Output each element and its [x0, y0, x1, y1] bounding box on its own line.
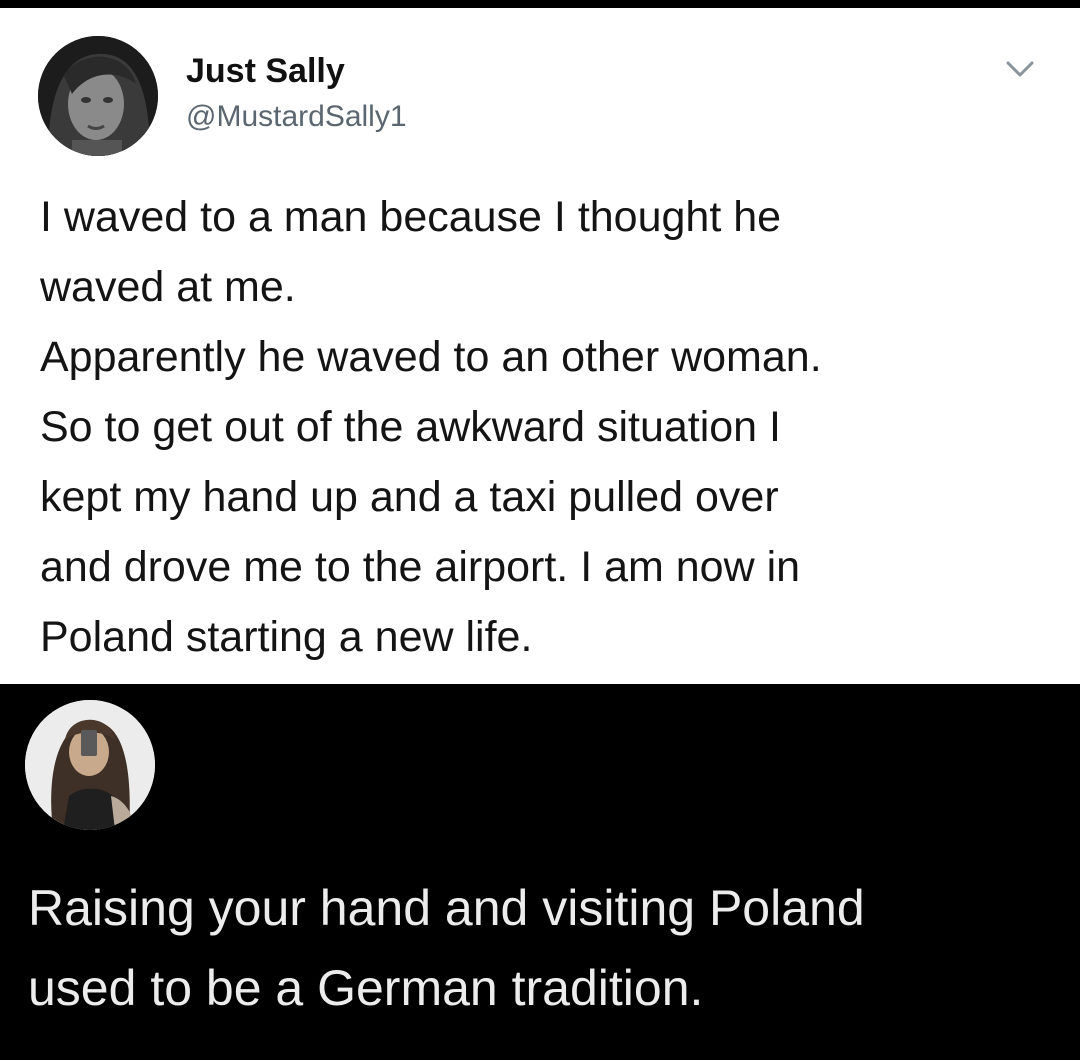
chevron-down-icon	[1006, 61, 1034, 77]
reply-post: Raising your hand and visiting Poland us…	[0, 684, 1080, 1060]
tweet-line: I waved to a man because I thought he	[40, 193, 782, 241]
reply-line: Raising your hand and visiting Poland	[28, 880, 865, 936]
tweet-line: Apparently he waved to an other woman.	[40, 333, 822, 381]
tweet-line: kept my hand up and a taxi pulled over	[40, 473, 779, 521]
profile-photo-icon	[25, 700, 155, 830]
reply-text: Raising your hand and visiting Poland us…	[28, 868, 1068, 1028]
screenshot-page: Just Sally @MustardSally1 I waved to a m…	[0, 0, 1080, 1060]
tweet-line: Poland starting a new life.	[40, 613, 533, 661]
author-handle[interactable]: @MustardSally1	[186, 100, 407, 134]
tweet-card: Just Sally @MustardSally1 I waved to a m…	[0, 8, 1080, 684]
tweet-line: waved at me.	[40, 263, 296, 311]
author-avatar[interactable]	[38, 36, 158, 156]
reply-avatar[interactable]	[25, 700, 155, 830]
tweet-line: So to get out of the awkward situation I	[40, 403, 781, 451]
author-name[interactable]: Just Sally	[186, 52, 345, 91]
tweet-line: and drove me to the airport. I am now in	[40, 543, 801, 591]
tweet-text: I waved to a man because I thought he wa…	[40, 182, 1040, 672]
tweet-menu-button[interactable]	[1002, 56, 1038, 82]
profile-photo-icon	[38, 36, 158, 156]
reply-line: used to be a German tradition.	[28, 960, 704, 1016]
